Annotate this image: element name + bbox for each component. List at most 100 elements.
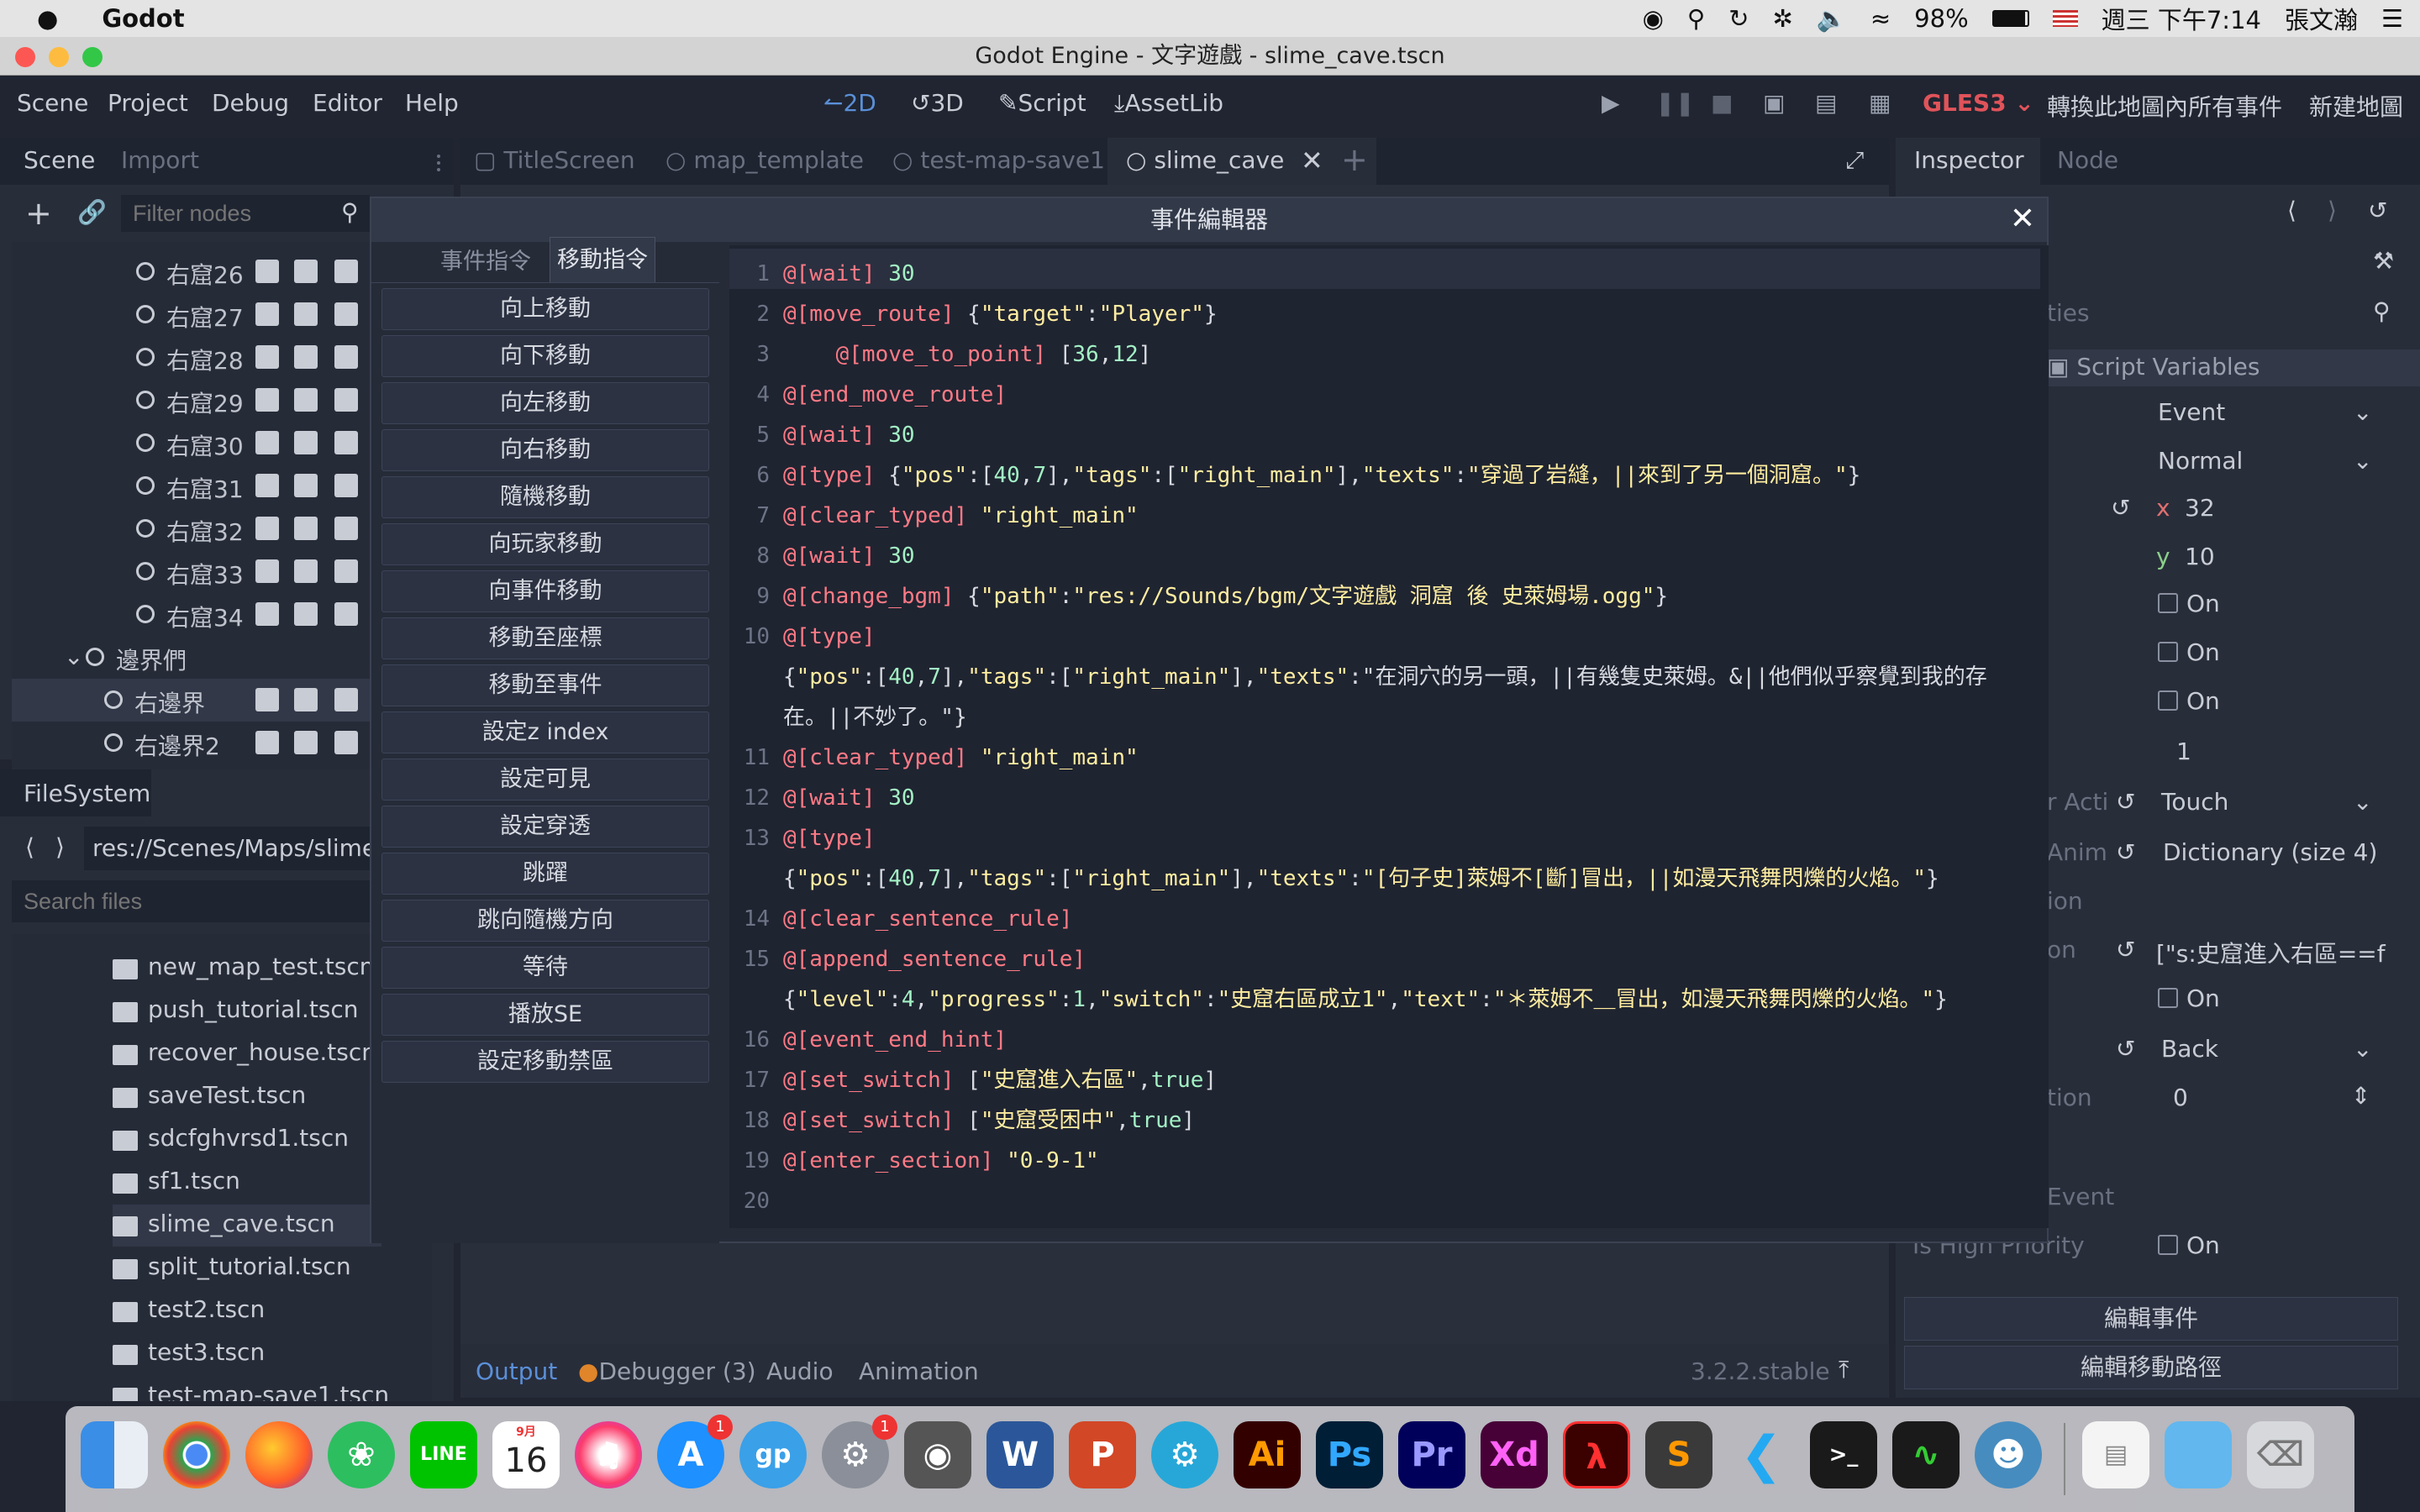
tree-row[interactable]: 右窟30 [12, 422, 370, 465]
play-custom-scene-icon[interactable]: ▤ [1815, 89, 1837, 117]
code-line[interactable]: 5 @[wait] 30 [729, 415, 2040, 455]
tools-icon[interactable]: ⚒ [2373, 247, 2394, 275]
list-item[interactable]: push_tutorial.tscn [113, 995, 359, 1023]
menu-editor[interactable]: Editor [313, 89, 382, 117]
code-editor[interactable]: 1 @[wait] 30 2 @[move_route] {"target":"Pla… [729, 245, 2049, 1228]
tab-test-map-save1[interactable]: ○ test-map-save1 [892, 146, 1105, 174]
list-item[interactable]: split_tutorial.tscn [113, 1252, 351, 1280]
pause-icon[interactable]: ❚❚ [1655, 89, 1695, 117]
code-line[interactable]: 10 @[type] [729, 617, 2040, 657]
tree-row[interactable]: 右窟27 [12, 293, 370, 336]
tree-row[interactable]: 右窟33 [12, 550, 370, 593]
script-icon[interactable] [255, 260, 279, 283]
clapper-icon[interactable] [294, 517, 318, 540]
close-tab-icon[interactable]: ✕ [1301, 144, 1323, 176]
vpn-icon[interactable]: gp [739, 1421, 807, 1488]
tree-row-selected[interactable]: 右邊界 [12, 679, 370, 722]
premiere-icon[interactable]: Pr [1398, 1421, 1465, 1488]
visibility-icon[interactable] [334, 474, 358, 497]
search-icon[interactable]: ⚲ [1687, 4, 1705, 33]
clapper-icon[interactable] [294, 431, 318, 454]
code-line[interactable]: 11 @[clear_typed] "right_main" [729, 738, 2040, 778]
visibility-icon[interactable] [334, 517, 358, 540]
search-files-input[interactable] [12, 880, 432, 922]
set-move-restriction-button[interactable]: 設定移動禁區 [381, 1041, 709, 1083]
tree-row[interactable]: 右窟26 [12, 250, 370, 293]
activity-monitor-icon[interactable]: ∿ [1892, 1421, 1960, 1488]
toolbox-icon[interactable]: ⚙ [1151, 1421, 1218, 1488]
tab-titlescreen[interactable]: ▢ TitleScreen [474, 146, 635, 174]
dictionary-field[interactable]: Dictionary (size 4) [2163, 838, 2377, 866]
script-icon[interactable] [255, 388, 279, 412]
list-item[interactable]: test-map-save1.tscn [113, 1381, 389, 1401]
move-down-button[interactable]: 向下移動 [381, 335, 709, 377]
code-line[interactable]: 在。||不妙了。"} [729, 697, 2040, 738]
script-icon[interactable] [255, 559, 279, 583]
illustrator-icon[interactable]: Ai [1234, 1421, 1301, 1488]
history-forward-icon[interactable]: ⟩ [2328, 197, 2337, 224]
revert-icon[interactable]: ↺ [2116, 788, 2135, 816]
code-line[interactable]: 15 @[append_sentence_rule] [729, 939, 2040, 979]
filter-nodes-input[interactable] [121, 195, 370, 232]
menu-project[interactable]: Project [108, 89, 188, 117]
move-right-button[interactable]: 向右移動 [381, 429, 709, 471]
script-icon[interactable] [255, 688, 279, 711]
tree-row[interactable]: 右窟32 [12, 507, 370, 550]
code-line[interactable]: 12 @[wait] 30 [729, 778, 2040, 818]
tab-animation[interactable]: Animation [859, 1357, 979, 1385]
clapper-icon[interactable] [294, 260, 318, 283]
array-field[interactable]: ["s:史窟進入右區==f [2156, 936, 2408, 969]
script-icon[interactable] [255, 302, 279, 326]
battery-percent[interactable]: 98% [1914, 4, 1968, 33]
chevron-down-icon[interactable]: ⌄ [2353, 398, 2372, 426]
word-icon[interactable]: W [986, 1421, 1054, 1488]
event-type-select[interactable]: Event [2158, 398, 2225, 426]
folder-icon[interactable] [2165, 1421, 2232, 1488]
visibility-icon[interactable] [334, 302, 358, 326]
add-node-icon[interactable]: + [25, 195, 52, 232]
chevron-down-icon[interactable]: ⌄ [2353, 447, 2372, 475]
workspace-script-button[interactable]: ✎Script [998, 89, 1086, 117]
line-icon[interactable]: LINE [410, 1421, 477, 1488]
trigger-select[interactable]: Touch [2161, 788, 2228, 816]
move-to-player-button[interactable]: 向玩家移動 [381, 523, 709, 565]
close-window-button[interactable] [15, 47, 35, 67]
clapper-icon[interactable] [294, 302, 318, 326]
normal-select[interactable]: Normal [2158, 447, 2243, 475]
play-se-button[interactable]: 播放SE [381, 994, 709, 1036]
document-stack-icon[interactable]: ▤ [2082, 1421, 2149, 1488]
code-line[interactable]: 9 @[change_bgm] {"path":"res://Sounds/bgm… [729, 576, 2040, 617]
xd-icon[interactable]: Xd [1481, 1421, 1548, 1488]
code-line[interactable]: 6 @[type] {"pos":[40,7],"tags":["right_ma… [729, 455, 2040, 496]
tree-row[interactable]: 右窟29 [12, 379, 370, 422]
visibility-icon[interactable] [334, 388, 358, 412]
number-input[interactable]: 1 [2176, 738, 2191, 765]
minimize-window-button[interactable] [49, 47, 69, 67]
code-line[interactable]: {"pos":[40,7],"tags":["right_main"],"tex… [729, 858, 2040, 899]
tab-inspector[interactable]: Inspector [1914, 146, 2024, 174]
checkbox[interactable] [2158, 1235, 2178, 1255]
acrobat-icon[interactable]: λ [1563, 1421, 1630, 1488]
user-name[interactable]: 張文瀚 [2285, 1, 2358, 36]
tab-scene[interactable]: Scene [24, 146, 95, 174]
collapse-arrow-icon[interactable]: ⌄ [64, 643, 83, 670]
code-line[interactable]: {"level":4,"progress":1,"switch":"史窟右區成立… [729, 979, 2040, 1020]
clapper-icon[interactable] [294, 559, 318, 583]
wait-button[interactable]: 等待 [381, 947, 709, 989]
evernote-icon[interactable]: ❀ [328, 1421, 395, 1488]
y-value-input[interactable]: 10 [2185, 543, 2215, 570]
code-line[interactable]: 19 @[enter_section] "0-9-1" [729, 1141, 2040, 1181]
clapper-icon[interactable] [294, 388, 318, 412]
tab-import[interactable]: Import [121, 146, 199, 174]
menubar-clock[interactable]: 週三 下午7:14 [2102, 1, 2261, 36]
workspace-3d-button[interactable]: ↺3D [911, 89, 964, 117]
powerpoint-icon[interactable]: P [1069, 1421, 1136, 1488]
history-back-icon[interactable]: ⟨ [2287, 197, 2296, 224]
list-item[interactable]: sdcfghvrsd1.tscn [113, 1124, 349, 1152]
evernote-status-icon[interactable]: ◉ [1643, 4, 1664, 33]
new-map-button[interactable]: 新建地圖 [2309, 89, 2403, 123]
firefox-icon[interactable] [245, 1421, 313, 1488]
checkbox[interactable] [2158, 690, 2178, 711]
add-tab-icon[interactable]: + [1341, 141, 1368, 178]
script-icon[interactable] [255, 431, 279, 454]
